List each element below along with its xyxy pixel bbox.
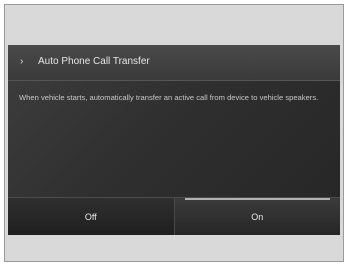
option-off-button[interactable]: Off [8, 198, 175, 235]
page-title: Auto Phone Call Transfer [38, 56, 150, 67]
chevron-right-icon[interactable]: › [20, 56, 30, 68]
settings-header: › Auto Phone Call Transfer [8, 45, 340, 81]
screenshot-frame: › Auto Phone Call Transfer When vehicle … [4, 4, 344, 262]
setting-description: When vehicle starts, automatically trans… [19, 93, 319, 102]
option-bar: Off On [8, 197, 340, 235]
settings-screen: › Auto Phone Call Transfer When vehicle … [8, 45, 340, 235]
option-on-button[interactable]: On [174, 198, 340, 235]
